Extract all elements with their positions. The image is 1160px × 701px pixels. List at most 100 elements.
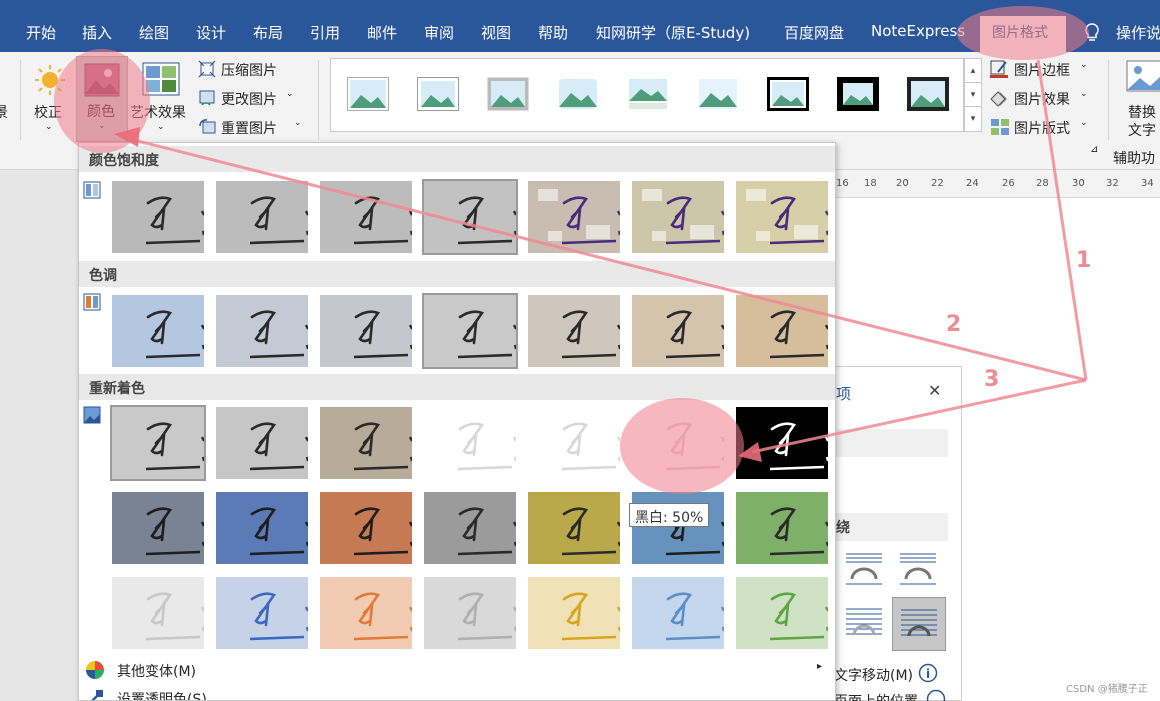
color-option-thumbnail[interactable] <box>422 293 518 369</box>
color-option-thumbnail[interactable] <box>111 491 205 565</box>
color-option-thumbnail[interactable] <box>423 491 517 565</box>
picture-style-shadow[interactable] <box>487 77 529 111</box>
picture-layout-icon <box>991 119 1009 135</box>
picture-style-soft-oval[interactable] <box>697 77 739 111</box>
color-option-thumbnail[interactable] <box>319 576 413 650</box>
gallery-scroll-up-icon[interactable]: ▴ <box>965 59 981 83</box>
tab-review[interactable]: 审阅 <box>424 22 454 43</box>
color-option-thumbnail[interactable] <box>527 406 621 480</box>
color-option-thumbnail[interactable] <box>423 406 517 480</box>
color-option-thumbnail[interactable] <box>111 576 205 650</box>
color-option-thumbnail[interactable] <box>527 294 621 368</box>
tab-mailings[interactable]: 邮件 <box>367 22 397 43</box>
color-option-thumbnail[interactable] <box>735 576 829 650</box>
pane-title: 项 <box>836 385 852 403</box>
color-option-thumbnail[interactable] <box>111 180 205 254</box>
change-picture-button[interactable]: 更改图片 ⌄ <box>196 87 308 109</box>
color-button[interactable]: 颜色 ⌄ <box>76 56 128 142</box>
dialog-launcher-icon[interactable]: ⊿ <box>1090 144 1098 155</box>
alt-text-button[interactable]: 替换 文字 <box>1120 60 1160 140</box>
picture-effects-button[interactable]: 图片效果 ⌄ <box>990 87 1100 109</box>
gallery-expand-icon[interactable]: ▾ <box>965 107 981 131</box>
handwriting-thumbnail-image <box>112 577 204 649</box>
picture-style-thick-black-frame[interactable] <box>837 77 879 111</box>
wrap-top-bottom-icon[interactable] <box>844 551 884 587</box>
color-option-thumbnail[interactable] <box>215 294 309 368</box>
picture-style-simple-frame[interactable] <box>347 77 389 111</box>
handwriting-thumbnail-image <box>216 181 308 253</box>
artistic-effects-icon <box>142 62 180 96</box>
tab-draw[interactable]: 绘图 <box>139 22 169 43</box>
close-icon[interactable]: ✕ <box>928 381 941 400</box>
tab-insert[interactable]: 插入 <box>82 22 112 43</box>
tab-design[interactable]: 设计 <box>196 22 226 43</box>
color-option-thumbnail[interactable] <box>631 406 725 480</box>
color-option-thumbnail[interactable] <box>735 406 829 480</box>
wrap-through-icon[interactable] <box>898 551 938 587</box>
wrap-behind-text-icon[interactable] <box>844 605 884 641</box>
color-option-thumbnail[interactable] <box>631 294 725 368</box>
color-option-thumbnail[interactable] <box>735 180 829 254</box>
color-option-thumbnail[interactable] <box>215 576 309 650</box>
tab-help[interactable]: 帮助 <box>538 22 568 43</box>
tab-layout[interactable]: 布局 <box>253 22 283 43</box>
tab-references[interactable]: 引用 <box>310 22 340 43</box>
picture-style-white-frame[interactable] <box>417 77 459 111</box>
tab-home[interactable]: 开始 <box>26 22 56 43</box>
color-option-thumbnail[interactable] <box>319 180 413 254</box>
color-option-thumbnail[interactable] <box>527 180 621 254</box>
alt-text-label-1: 替换 <box>1128 105 1156 121</box>
position-on-page-label[interactable]: 页面上的位置 <box>834 691 918 701</box>
color-option-thumbnail[interactable] <box>527 576 621 650</box>
corrections-button[interactable]: 校正 ⌄ <box>28 60 72 140</box>
color-option-thumbnail[interactable] <box>319 406 413 480</box>
wrap-in-front-of-text-option[interactable] <box>892 597 946 651</box>
color-option-thumbnail[interactable] <box>631 576 725 650</box>
artistic-effects-button[interactable]: 艺术效果 ⌄ <box>130 60 192 140</box>
color-option-thumbnail[interactable] <box>111 294 205 368</box>
color-option-thumbnail[interactable] <box>319 491 413 565</box>
info-icon[interactable] <box>926 689 946 701</box>
gallery-scroll-down-icon[interactable]: ▾ <box>965 83 981 107</box>
color-option-thumbnail[interactable] <box>735 491 829 565</box>
reset-icon <box>199 119 216 134</box>
set-transparent-color-item[interactable]: 设置透明色(S) <box>79 684 835 700</box>
handwriting-thumbnail-image <box>424 407 516 479</box>
color-option-thumbnail[interactable] <box>735 294 829 368</box>
remove-background-button[interactable]: 景 <box>0 102 8 122</box>
tab-baidu-netdisk[interactable]: 百度网盘 <box>784 22 844 43</box>
color-option-thumbnail[interactable] <box>215 406 309 480</box>
picture-style-soft-edge[interactable] <box>557 77 599 111</box>
tab-noteexpress[interactable]: NoteExpress <box>871 22 965 40</box>
color-option-thumbnail[interactable] <box>527 491 621 565</box>
compress-label: 压缩图片 <box>221 63 277 79</box>
ruler-tick: 30 <box>1072 178 1085 189</box>
picture-style-reflection[interactable] <box>627 77 669 111</box>
artistic-effects-label: 艺术效果 <box>130 105 186 121</box>
tab-view[interactable]: 视图 <box>481 22 511 43</box>
color-option-thumbnail[interactable] <box>215 180 309 254</box>
reset-picture-button[interactable]: 重置图片 ⌄ <box>196 116 308 138</box>
more-variations-item[interactable]: 其他变体(M) ▸ <box>79 656 835 684</box>
chevron-down-icon: ⌄ <box>157 122 165 132</box>
picture-style-black-mat[interactable] <box>907 77 949 111</box>
picture-layout-button[interactable]: 图片版式 ⌄ <box>990 116 1100 138</box>
color-option-thumbnail[interactable] <box>319 294 413 368</box>
tell-me-search[interactable]: 操作说 <box>1116 22 1160 43</box>
color-option-thumbnail[interactable] <box>215 491 309 565</box>
color-option-thumbnail[interactable] <box>110 405 206 481</box>
tab-cnki[interactable]: 知网研学（原E-Study) <box>596 22 750 43</box>
color-option-thumbnail[interactable] <box>631 180 725 254</box>
compress-pictures-button[interactable]: 压缩图片 <box>196 58 308 80</box>
gallery-scrollbar[interactable]: ▴ ▾ ▾ <box>964 58 982 132</box>
tab-picture-format[interactable]: 图片格式 <box>980 16 1066 52</box>
picture-style-black-frame[interactable] <box>767 77 809 111</box>
info-icon[interactable]: i <box>918 663 938 683</box>
lightbulb-icon[interactable] <box>1083 22 1101 44</box>
move-with-text-label[interactable]: 文字移动(M) <box>834 665 913 685</box>
color-option-thumbnail[interactable] <box>422 179 518 255</box>
color-option-thumbnail[interactable] <box>423 576 517 650</box>
thumbnail-tooltip: 黑白: 50% <box>629 503 710 527</box>
horizontal-ruler[interactable]: 16 18 20 22 24 26 28 30 32 34 <box>836 170 1160 198</box>
picture-border-button[interactable]: 图片边框 ⌄ <box>990 58 1100 80</box>
